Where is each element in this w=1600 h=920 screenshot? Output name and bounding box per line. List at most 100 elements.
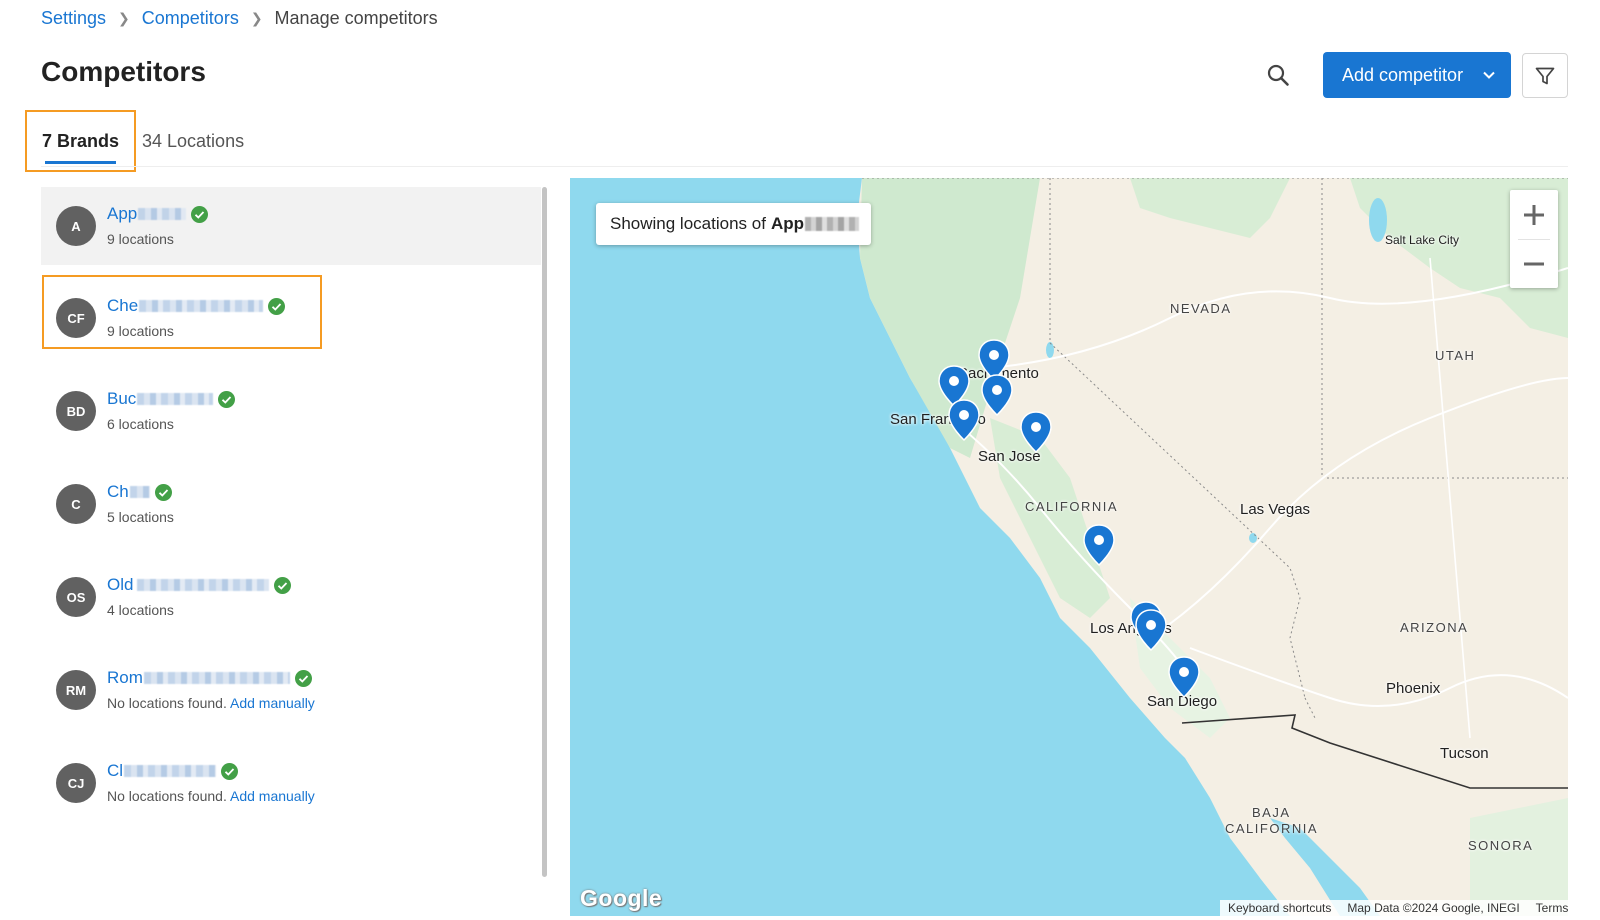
map-banner: Showing locations of App: [596, 203, 871, 245]
map-terrain: [857, 178, 1568, 916]
map-label-state: SONORA: [1468, 838, 1534, 853]
map-footer: Keyboard shortcuts Map Data ©2024 Google…: [1220, 900, 1568, 916]
location-pin[interactable]: [1167, 655, 1201, 699]
brand-list-item[interactable]: A App 9 locations: [41, 187, 541, 265]
map-label-state: NEVADA: [1170, 301, 1232, 316]
brand-name[interactable]: Che: [107, 296, 138, 316]
verified-check-icon: [154, 483, 172, 501]
map-zoom-control: [1510, 190, 1558, 288]
breadcrumb: Settings ❯ Competitors ❯ Manage competit…: [41, 6, 438, 30]
keyboard-shortcuts-link[interactable]: Keyboard shortcuts: [1228, 901, 1331, 915]
tab-brands-label: 7 Brands: [41, 130, 120, 151]
brand-list-item[interactable]: RM Rom No locations found. Add manually: [41, 651, 541, 729]
add-competitor-label: Add competitor: [1342, 64, 1464, 85]
brand-location-count: No locations found. Add manually: [107, 788, 315, 804]
brand-name-row: Rom: [107, 667, 312, 689]
tab-locations[interactable]: 34 Locations: [136, 110, 244, 172]
map-banner-prefix: Showing locations of: [610, 214, 766, 233]
breadcrumb-settings[interactable]: Settings: [41, 8, 106, 29]
location-pin[interactable]: [947, 398, 981, 442]
search-button[interactable]: [1261, 58, 1295, 92]
avatar: RM: [56, 670, 96, 710]
location-pin[interactable]: [1019, 410, 1053, 454]
zoom-in-button[interactable]: [1510, 190, 1558, 239]
location-pin[interactable]: [1082, 523, 1116, 567]
avatar: A: [56, 206, 96, 246]
brand-name-row: Cl: [107, 760, 239, 782]
terms-link[interactable]: Terms: [1536, 901, 1568, 915]
redacted-text: [139, 300, 264, 312]
avatar: OS: [56, 577, 96, 617]
brand-location-text: 6 locations: [107, 416, 174, 432]
add-manually-link[interactable]: Add manually: [230, 695, 315, 711]
avatar: C: [56, 484, 96, 524]
brand-list-item[interactable]: CF Che 9 locations: [41, 275, 541, 357]
brand-location-count: 5 locations: [107, 509, 174, 525]
map-data-attribution: Map Data ©2024 Google, INEGI: [1347, 901, 1520, 915]
chevron-right-icon: ❯: [250, 9, 263, 26]
verified-check-icon: [294, 669, 312, 687]
map-label-city: Las Vegas: [1240, 501, 1311, 518]
map-label-state: CALIFORNIA: [1225, 821, 1319, 836]
brand-name[interactable]: Old: [107, 575, 133, 595]
brand-name-row: Che: [107, 295, 286, 317]
map-label-city: Salt Lake City: [1385, 233, 1460, 247]
brand-location-count: No locations found. Add manually: [107, 695, 315, 711]
list-scrollbar[interactable]: [542, 187, 547, 877]
add-manually-link[interactable]: Add manually: [230, 788, 315, 804]
avatar: CF: [56, 298, 96, 338]
zoom-out-button[interactable]: [1510, 239, 1558, 288]
brand-location-text: 5 locations: [107, 509, 174, 525]
brand-name-row: Old: [107, 574, 292, 596]
filter-icon: [1535, 67, 1555, 84]
brand-list-item[interactable]: BD Buc 6 locations: [41, 372, 541, 450]
brand-list-item[interactable]: OS Old 4 locations: [41, 558, 541, 636]
map-label-city: Tucson: [1440, 745, 1489, 762]
redacted-text: [137, 393, 214, 405]
brand-list: A App 9 locations CF Che 9 locations BD …: [41, 187, 547, 877]
search-icon: [1267, 64, 1289, 86]
brand-location-text: 9 locations: [107, 231, 174, 247]
avatar: BD: [56, 391, 96, 431]
google-logo: Google: [580, 885, 663, 911]
redacted-text: [143, 672, 290, 684]
brand-list-item[interactable]: CJ Cl No locations found. Add manually: [41, 744, 541, 822]
brand-location-count: 9 locations: [107, 231, 174, 247]
breadcrumb-competitors[interactable]: Competitors: [142, 8, 239, 29]
map-label-state: BAJA: [1252, 805, 1291, 820]
brand-location-count: 4 locations: [107, 602, 174, 618]
redacted-text: [124, 765, 217, 777]
brand-name-row: App: [107, 203, 209, 225]
brand-location-text: No locations found.: [107, 788, 227, 804]
location-pin[interactable]: [1134, 608, 1168, 652]
competitors-page: Settings ❯ Competitors ❯ Manage competit…: [0, 0, 1600, 920]
brand-name[interactable]: Rom: [107, 668, 143, 688]
plus-icon: [1524, 204, 1544, 225]
brand-name[interactable]: Cl: [107, 761, 123, 781]
add-competitor-button[interactable]: Add competitor: [1323, 52, 1511, 98]
map-label-state: ARIZONA: [1400, 620, 1469, 635]
verified-check-icon: [221, 762, 239, 780]
brand-list-item[interactable]: C Ch 5 locations: [41, 465, 541, 543]
avatar: CJ: [56, 763, 96, 803]
map-label-state: CALIFORNIA: [1025, 499, 1119, 514]
map-banner-brand: App: [770, 214, 804, 233]
map-label-state: UTAH: [1435, 348, 1476, 363]
tabs-divider: [41, 166, 1568, 167]
verified-check-icon: [218, 390, 236, 408]
breadcrumb-current: Manage competitors: [274, 7, 438, 28]
tab-locations-label: 34 Locations: [142, 130, 245, 151]
filter-button[interactable]: [1522, 53, 1568, 98]
locations-map[interactable]: Showing locations of App Salt Lake City …: [570, 178, 1568, 916]
chevron-right-icon: ❯: [118, 9, 130, 26]
brand-location-text: 4 locations: [107, 602, 174, 618]
brand-name[interactable]: Buc: [107, 389, 136, 409]
chevron-down-icon: [1483, 71, 1495, 79]
tab-brands[interactable]: 7 Brands: [25, 110, 136, 172]
brand-location-count: 9 locations: [107, 323, 174, 339]
brand-name[interactable]: Ch: [107, 482, 129, 502]
brand-name[interactable]: App: [107, 204, 137, 224]
location-pin[interactable]: [980, 373, 1014, 417]
view-tabs: 7 Brands 34 Locations: [25, 110, 244, 172]
verified-check-icon: [268, 297, 286, 315]
